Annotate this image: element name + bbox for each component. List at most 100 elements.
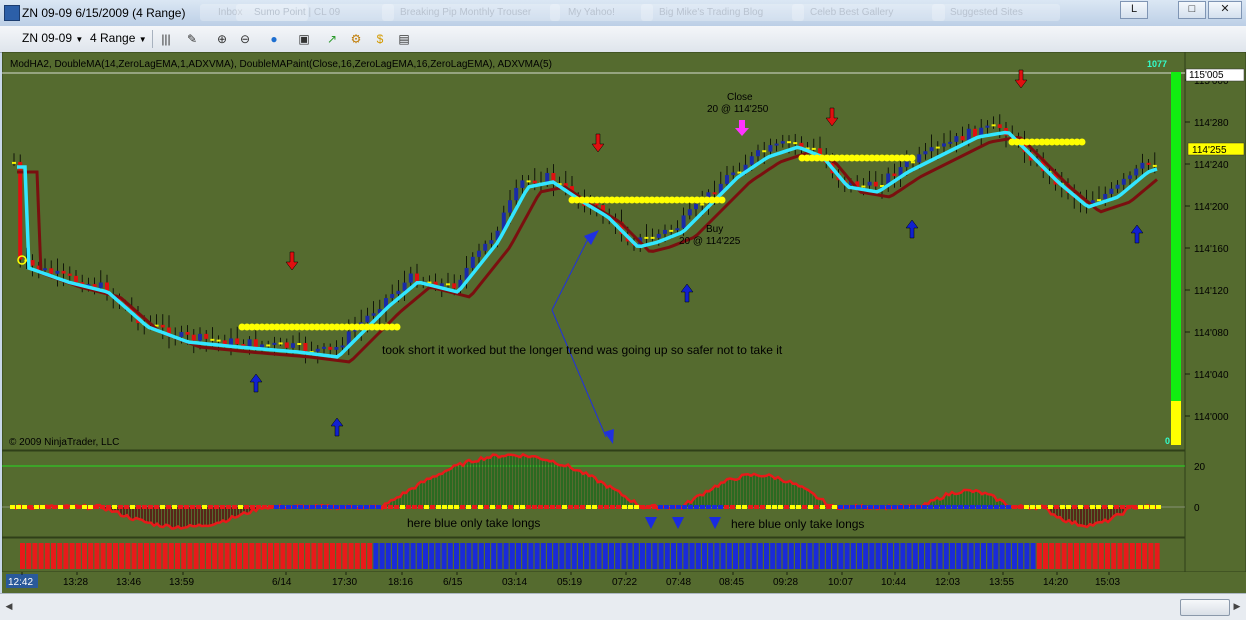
zero-line-dot bbox=[1078, 505, 1083, 509]
instrument-selector[interactable]: ZN 09-09 ▼ bbox=[22, 30, 83, 47]
trend-bar bbox=[1105, 543, 1110, 569]
trend-bar bbox=[950, 543, 955, 569]
zero-line-dot bbox=[262, 505, 267, 509]
zero-line-dot bbox=[76, 505, 81, 509]
trend-bar bbox=[906, 543, 912, 569]
price-chart[interactable]: ModHA2, DoubleMA(14,ZeroLagEMA,1,ADXVMA)… bbox=[2, 52, 1246, 593]
candle-body bbox=[402, 282, 407, 291]
zero-line-dot bbox=[634, 505, 639, 509]
trend-bar bbox=[38, 543, 44, 569]
interval-selector[interactable]: 4 Range ▼ bbox=[90, 30, 147, 47]
zero-line-dot bbox=[1144, 505, 1149, 509]
trend-bar bbox=[764, 543, 769, 569]
trend-bar bbox=[1092, 543, 1098, 569]
candle-body bbox=[489, 240, 494, 244]
trend-bar bbox=[881, 543, 887, 569]
candle-body bbox=[681, 215, 686, 229]
candle-body bbox=[74, 275, 78, 283]
trend-bar bbox=[807, 543, 813, 569]
trend-bar bbox=[658, 543, 664, 569]
candle-body bbox=[272, 342, 277, 345]
zoom-in-icon[interactable]: ⊕ bbox=[214, 31, 230, 47]
trend-bar bbox=[1055, 543, 1061, 569]
zero-line-dot bbox=[436, 505, 441, 509]
candle-body bbox=[229, 338, 233, 346]
zero-line-dot bbox=[454, 505, 459, 509]
time-tick-label: 15:03 bbox=[1095, 577, 1120, 588]
indicators-icon[interactable]: ↗ bbox=[324, 31, 340, 47]
draw-tool-icon[interactable]: ✎ bbox=[184, 31, 200, 47]
trend-bar bbox=[919, 543, 924, 569]
zero-line-dot bbox=[34, 505, 39, 509]
properties-icon[interactable]: ▣ bbox=[296, 31, 312, 47]
restore-button[interactable]: □ bbox=[1178, 1, 1206, 19]
trend-bar bbox=[193, 543, 199, 569]
trend-bar bbox=[1030, 543, 1036, 569]
time-tick-label: 13:46 bbox=[116, 577, 141, 588]
zero-line-dot bbox=[544, 505, 549, 509]
background-tab[interactable]: Suggested Sites bbox=[932, 4, 1060, 21]
trend-bar bbox=[522, 543, 528, 569]
trend-bar bbox=[218, 543, 224, 569]
background-tab[interactable]: My Yahoo! bbox=[550, 4, 653, 21]
scrollbar-thumb[interactable] bbox=[1180, 599, 1230, 616]
zero-line-dot bbox=[538, 505, 543, 509]
candle-body bbox=[663, 229, 667, 234]
trend-bar bbox=[478, 543, 484, 569]
background-tab[interactable]: Sumo Point | CL 09 bbox=[236, 4, 394, 21]
zero-line-dot bbox=[418, 505, 423, 509]
candle-body bbox=[322, 346, 326, 349]
chart-toolbar: ZN 09-09 ▼ 4 Range ▼ ||| ✎ ⊕ ⊖ ● ▣ ↗ ⚙ $… bbox=[0, 26, 1246, 53]
time-tick-label: 6/14 bbox=[272, 577, 292, 588]
zero-line-dot bbox=[322, 505, 327, 509]
trend-bar bbox=[832, 543, 838, 569]
zoom-out-icon[interactable]: ⊖ bbox=[237, 31, 253, 47]
zero-line-dot bbox=[352, 505, 357, 509]
globe-icon[interactable]: ● bbox=[266, 31, 282, 47]
scroll-right-icon[interactable]: ▶ bbox=[1230, 599, 1244, 614]
scroll-left-icon[interactable]: ◀ bbox=[2, 599, 16, 614]
zero-line-dot bbox=[790, 505, 795, 509]
candle-body bbox=[260, 344, 264, 348]
trend-bar bbox=[460, 543, 466, 569]
candle-body bbox=[1097, 199, 1101, 202]
time-tick-label: 09:28 bbox=[773, 577, 798, 588]
zero-line-dot bbox=[946, 505, 951, 509]
trend-bar bbox=[931, 543, 937, 569]
candle-body bbox=[253, 339, 258, 348]
minimize-button[interactable]: L bbox=[1120, 1, 1148, 19]
zero-line-dot bbox=[904, 505, 909, 509]
zero-line-dot bbox=[370, 505, 375, 509]
trend-bar bbox=[472, 543, 478, 569]
candle-body bbox=[1109, 188, 1114, 194]
trend-bar bbox=[416, 543, 422, 569]
zero-line-dot bbox=[148, 505, 153, 509]
candle-body bbox=[687, 209, 692, 216]
volume-meter-max: 1077 bbox=[1147, 59, 1167, 69]
zero-line-dot bbox=[754, 505, 759, 509]
horizontal-scrollbar[interactable]: ◀ ▶ bbox=[0, 593, 1246, 620]
background-tab[interactable]: Celeb Best Gallery bbox=[792, 4, 945, 21]
zero-line-dot bbox=[220, 505, 225, 509]
strategy-icon[interactable]: ⚙ bbox=[348, 31, 364, 47]
price-tick-label: 114'200 bbox=[1194, 202, 1229, 213]
bar-style-icon[interactable]: ||| bbox=[158, 31, 174, 47]
close-button[interactable]: ✕ bbox=[1208, 1, 1242, 19]
currency-icon[interactable]: $ bbox=[372, 31, 388, 47]
zero-line-dot bbox=[982, 505, 987, 509]
price-tick-label: 114'240 bbox=[1194, 160, 1229, 171]
price-axis bbox=[1184, 52, 1246, 573]
trend-bar bbox=[423, 543, 428, 569]
trend-bar bbox=[534, 543, 540, 569]
zero-line-dot bbox=[712, 505, 717, 509]
trend-bar bbox=[106, 543, 112, 569]
zero-line-dot bbox=[514, 505, 519, 509]
background-tab[interactable]: Breaking Pip Monthly Trouser bbox=[382, 4, 560, 21]
candle-body bbox=[532, 180, 537, 184]
candle-body bbox=[526, 180, 531, 183]
background-tab[interactable]: Big Mike's Trading Blog bbox=[641, 4, 804, 21]
data-box-icon[interactable]: ▤ bbox=[396, 31, 412, 47]
zero-line-dot bbox=[184, 505, 189, 509]
trend-bar bbox=[838, 543, 844, 569]
time-tick-label: 13:55 bbox=[989, 577, 1014, 588]
